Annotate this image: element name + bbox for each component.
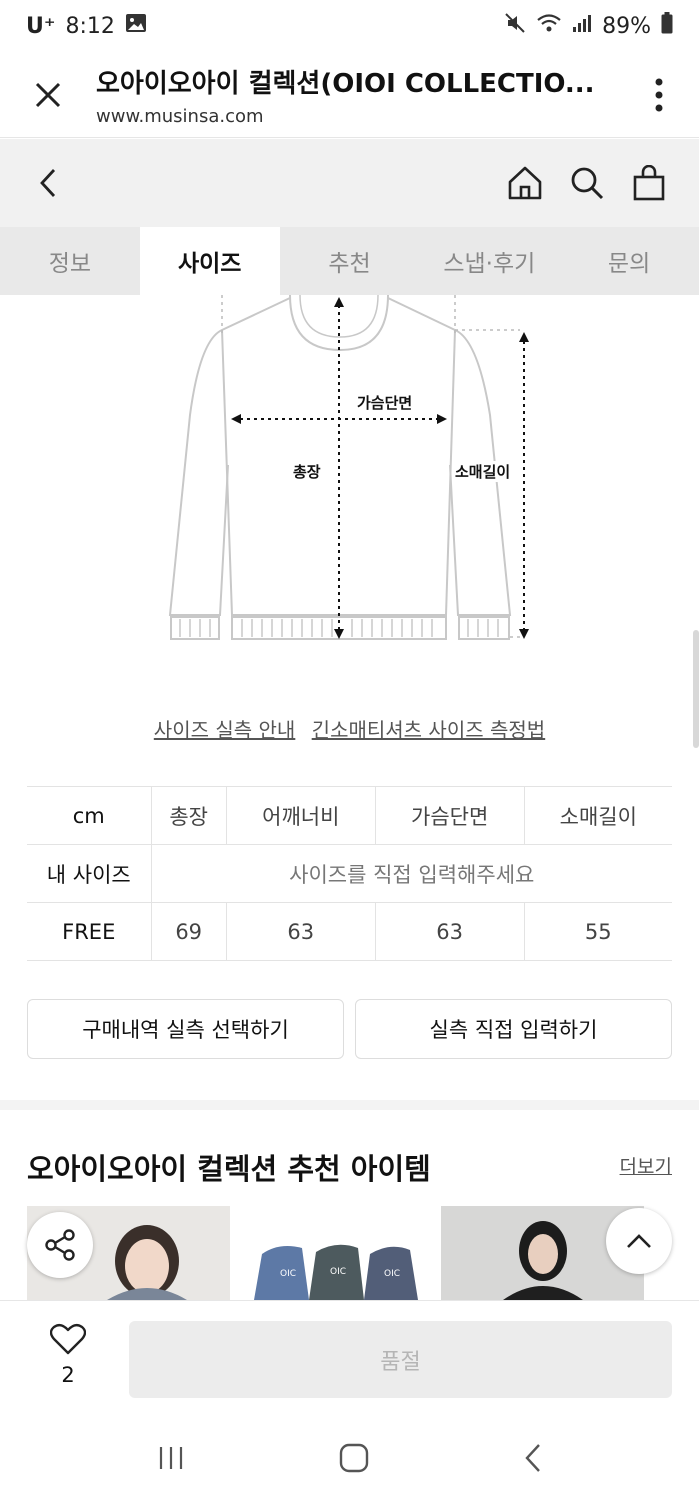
close-icon	[35, 82, 61, 107]
table-header-row: cm 총장 어깨너비 가슴단면 소매길이	[27, 786, 672, 845]
table-cell: 55	[523, 902, 672, 961]
page-url: www.musinsa.com	[96, 105, 264, 127]
tab-snap-review[interactable]: 스냅·후기	[419, 227, 559, 295]
sweatshirt-product-photo: OIC OIC OIC	[234, 1206, 437, 1300]
back-button[interactable]	[0, 139, 96, 227]
tab-inquiry[interactable]: 문의	[559, 227, 699, 295]
select-purchase-measurement-button[interactable]: 구매내역 실측 선택하기	[27, 999, 344, 1059]
size-table: cm 총장 어깨너비 가슴단면 소매길이 내 사이즈 사이즈를 직접 입력해주세…	[27, 786, 672, 961]
kebab-menu-icon	[655, 78, 663, 111]
svg-text:OIC: OIC	[280, 1269, 296, 1279]
browser-header: 오아이오아이 컬렉션(OIOI COLLECTIO... www.musinsa…	[0, 52, 699, 138]
size-guide-links: 사이즈 실측 안내 긴소매티셔츠 사이즈 측정법	[0, 714, 699, 743]
clock: 8:12	[65, 13, 115, 39]
measurement-buttons: 구매내역 실측 선택하기 실측 직접 입력하기	[27, 999, 672, 1059]
back-arrow-icon	[525, 1444, 540, 1472]
table-cell: 63	[374, 902, 525, 961]
tab-info[interactable]: 정보	[0, 227, 140, 295]
see-more-link[interactable]: 더보기	[620, 1152, 672, 1179]
signal-icon	[572, 13, 592, 39]
product-tabs: 정보 사이즈 추천 스냅·후기 문의	[0, 227, 699, 295]
table-header-cell: 소매길이	[523, 786, 672, 845]
size-name-cell: FREE	[27, 902, 151, 961]
table-header-cell: 어깨너비	[225, 786, 376, 845]
measure-guide-link[interactable]: 긴소매티셔츠 사이즈 측정법	[312, 718, 546, 742]
my-size-input-prompt[interactable]: 사이즈를 직접 입력해주세요	[150, 844, 672, 903]
home-nav-button[interactable]	[339, 1443, 369, 1477]
wifi-icon	[536, 13, 562, 39]
sold-out-button[interactable]: 품절	[129, 1321, 672, 1398]
search-button[interactable]	[567, 163, 607, 203]
tab-recommend[interactable]: 추천	[280, 227, 420, 295]
shopping-bag-icon	[633, 165, 665, 201]
share-button[interactable]	[27, 1212, 93, 1278]
app-nav-bar	[0, 139, 699, 227]
home-button[interactable]	[505, 163, 545, 203]
direct-input-measurement-button[interactable]: 실측 직접 입력하기	[355, 999, 672, 1059]
page-title: 오아이오아이 컬렉션(OIOI COLLECTIO...	[96, 68, 595, 99]
sleeve-length-label: 소매길이	[452, 461, 514, 482]
like-count: 2	[61, 1363, 75, 1387]
table-cell: 63	[225, 902, 376, 961]
recent-apps-icon	[160, 1447, 183, 1469]
my-size-label: 내 사이즈	[27, 844, 151, 903]
table-header-cell: 총장	[150, 786, 227, 845]
carrier-label: U⁺	[26, 13, 56, 39]
like-button[interactable]: 2	[38, 1323, 98, 1387]
system-back-button[interactable]	[524, 1443, 542, 1477]
home-icon	[508, 166, 542, 200]
section-divider	[0, 1100, 699, 1110]
svg-text:OIC: OIC	[384, 1269, 400, 1279]
recommended-section: 오아이오아이 컬렉션 추천 아이템 더보기 OIC OIC OIC	[0, 1110, 699, 1300]
table-cell: 69	[150, 902, 227, 961]
cart-button[interactable]	[629, 163, 669, 203]
recommended-title: 오아이오아이 컬렉션 추천 아이템	[27, 1152, 431, 1186]
sweatshirt-illustration	[168, 295, 529, 640]
recommended-item-thumbnail[interactable]: OIC OIC OIC	[234, 1206, 437, 1300]
gallery-icon	[125, 13, 147, 39]
status-bar: U⁺ 8:12 89%	[0, 0, 699, 52]
chest-width-label: 가슴단면	[354, 392, 416, 413]
mute-icon	[504, 12, 526, 40]
my-size-row[interactable]: 내 사이즈 사이즈를 직접 입력해주세요	[27, 844, 672, 903]
recent-apps-button[interactable]	[157, 1445, 185, 1475]
size-diagram: 가슴단면 총장 소매길이	[0, 295, 699, 675]
purchase-bar: 2 품절	[0, 1300, 699, 1420]
total-length-label: 총장	[290, 461, 324, 482]
battery-percent: 89%	[602, 13, 651, 39]
share-icon	[45, 1229, 75, 1261]
table-header-cell: cm	[27, 786, 151, 845]
close-button[interactable]	[0, 52, 96, 138]
scroll-to-top-button[interactable]	[606, 1208, 672, 1274]
heart-icon	[49, 1323, 87, 1355]
more-menu-button[interactable]	[619, 78, 699, 112]
table-row: FREE 69 63 63 55	[27, 902, 672, 961]
table-header-cell: 가슴단면	[374, 786, 525, 845]
home-circle-icon	[340, 1443, 369, 1473]
system-nav-bar	[0, 1420, 699, 1500]
svg-text:OIC: OIC	[330, 1267, 346, 1277]
battery-icon	[661, 12, 673, 40]
recommended-list: OIC OIC OIC	[27, 1206, 644, 1300]
chevron-left-icon	[40, 169, 56, 197]
chevron-up-icon	[627, 1234, 651, 1248]
size-guide-link[interactable]: 사이즈 실측 안내	[154, 718, 296, 742]
search-icon	[571, 167, 604, 200]
tab-size[interactable]: 사이즈	[139, 227, 280, 295]
